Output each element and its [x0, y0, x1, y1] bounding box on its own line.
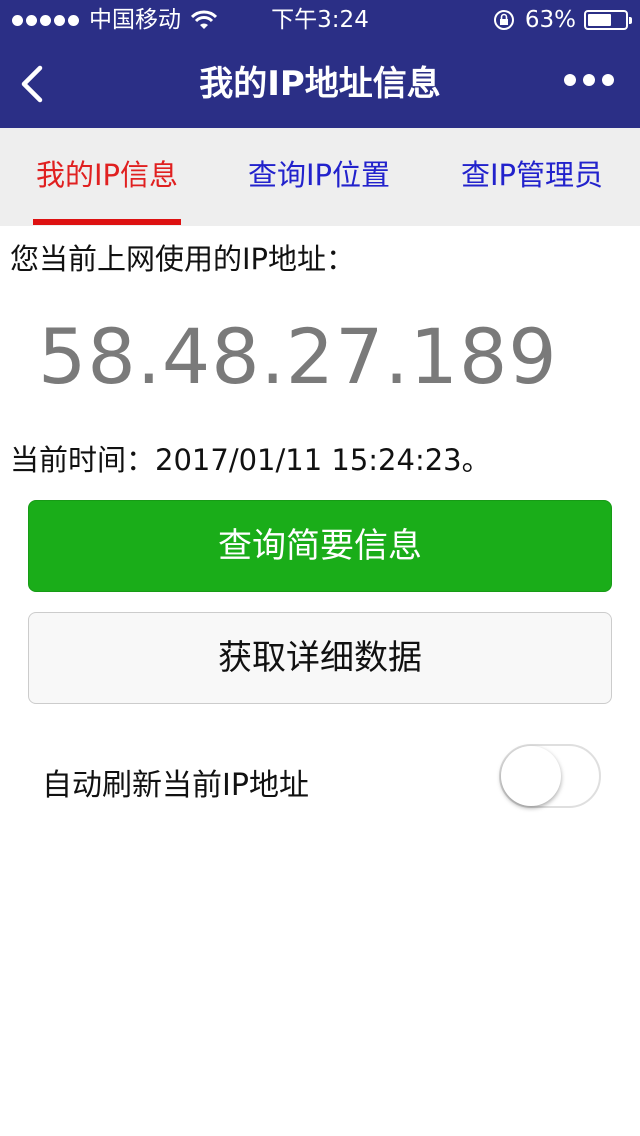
- more-options-icon[interactable]: [564, 74, 614, 86]
- tab-query-ip-location[interactable]: 查询IP位置: [246, 128, 392, 226]
- query-summary-button[interactable]: 查询简要信息: [28, 500, 612, 592]
- current-time-label: 当前时间：: [10, 443, 156, 477]
- ip-address-value: 58.48.27.189: [38, 312, 558, 401]
- battery-percent: 63%: [524, 7, 576, 33]
- current-time-row: 当前时间：2017/01/11 15:24:23。: [10, 437, 491, 479]
- page-title: 我的IP地址信息: [199, 64, 441, 104]
- ip-address-label: 您当前上网使用的IP地址：: [10, 242, 356, 276]
- get-details-button[interactable]: 获取详细数据: [28, 612, 612, 704]
- battery-icon: [584, 10, 632, 30]
- auto-refresh-label: 自动刷新当前IP地址: [42, 768, 309, 803]
- app-header: 中国移动 下午3:24 63% 我的IP地址信息: [0, 0, 640, 128]
- status-bar: 中国移动 下午3:24 63%: [0, 0, 640, 40]
- tab-bar: 我的IP信息 查询IP位置 查IP管理员: [0, 128, 640, 226]
- signal-strength-icon: [12, 14, 79, 26]
- back-arrow-icon[interactable]: [14, 62, 54, 106]
- tab-my-ip-info[interactable]: 我的IP信息: [33, 128, 181, 226]
- status-right: 63%: [493, 0, 632, 40]
- status-left: 中国移动: [12, 0, 217, 40]
- carrier-name: 中国移动: [89, 7, 181, 33]
- toggle-knob: [501, 746, 561, 806]
- auto-refresh-toggle[interactable]: [499, 744, 601, 808]
- active-tab-indicator: [33, 219, 181, 225]
- orientation-lock-icon: [493, 10, 514, 30]
- current-time-value: 2017/01/11 15:24:23。: [155, 443, 491, 477]
- nav-bar: 我的IP地址信息: [0, 40, 640, 128]
- tab-ip-admin-lookup[interactable]: 查IP管理员: [459, 128, 605, 226]
- wifi-icon: [191, 10, 217, 29]
